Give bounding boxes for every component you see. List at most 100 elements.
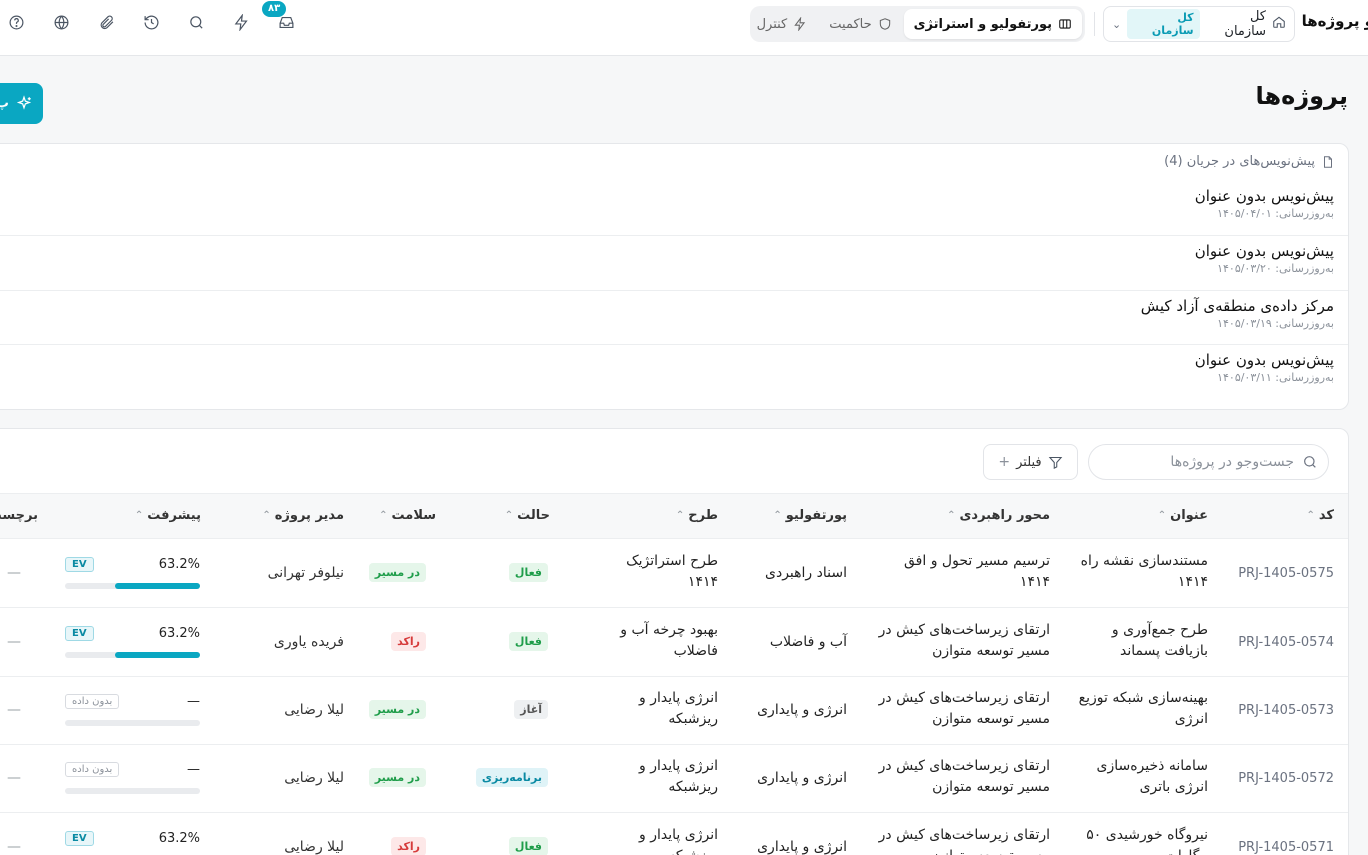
progress-value: 63.2% (158, 831, 200, 846)
draft-item[interactable]: پیش‌نویس بدون عنوان به‌روزرسانی: ۱۴۰۵/۰۳… (0, 235, 1348, 289)
project-code: PRJ-1405-0574 (1238, 635, 1334, 650)
project-code: PRJ-1405-0572 (1238, 771, 1334, 786)
sort-icon: ⌃ (1157, 510, 1167, 521)
tab-governance[interactable]: حاکمیت (819, 9, 901, 39)
progress-bar-fill (114, 652, 200, 658)
project-code: PRJ-1405-0571 (1238, 840, 1334, 855)
column-header-tags[interactable]: برچسب (0, 508, 38, 523)
plan-name: انرژی پایدار و ریزشبکه (639, 690, 718, 727)
column-header-state[interactable]: حالت ⌃ (505, 508, 550, 523)
project-manager: لیلا رضایی (284, 770, 344, 786)
org-selector[interactable]: کل سازمان کل سازمان ⌄ (1103, 6, 1295, 42)
home-icon (1272, 15, 1286, 33)
portfolio-name: انرژی و پایداری (757, 839, 847, 855)
document-icon (1324, 155, 1332, 168)
sort-icon: ⌃ (262, 510, 271, 521)
tags-cell: — (7, 702, 21, 718)
column-header-code[interactable]: کد ⌃ (1307, 508, 1334, 523)
project-title[interactable]: مستندسازی نقشه راه ۱۴۱۴ (1068, 551, 1208, 593)
draft-title: پیش‌نویس بدون عنوان (1194, 242, 1334, 260)
help-button[interactable] (5, 11, 27, 33)
progress-bar (65, 583, 200, 589)
project-code: PRJ-1405-0575 (1238, 566, 1334, 581)
paperclip-icon (100, 15, 113, 29)
column-header-axis[interactable]: محور راهبردی ⌃ (947, 508, 1050, 523)
portfolio-icon (1059, 19, 1071, 29)
draft-title: پیش‌نویس بدون عنوان (1194, 351, 1334, 369)
draft-item[interactable]: پیش‌نویس بدون عنوان به‌روزرسانی: ۱۴۰۵/۰۳… (0, 344, 1348, 398)
column-header-health[interactable]: سلامت ⌃ (379, 508, 436, 523)
progress-cell: — بدون داده (65, 762, 200, 798)
history-button[interactable] (140, 11, 162, 33)
progress-bar (65, 788, 200, 794)
table-row[interactable]: PRJ-1405-0574 طرح جمع‌آوری و بازیافت پسما… (0, 608, 1348, 677)
progress-cell: 63.2% EV (65, 626, 200, 662)
filter-button[interactable]: فیلتر + (983, 444, 1078, 480)
portfolio-name: آب و فاضلاب (769, 634, 847, 650)
search-button[interactable] (185, 11, 207, 33)
language-button[interactable] (50, 11, 72, 33)
column-header-manager[interactable]: مدیر پروژه ⌃ (262, 508, 344, 523)
table-row[interactable]: PRJ-1405-0575 مستندسازی نقشه راه ۱۴۱۴ ترسی… (0, 539, 1348, 608)
health-badge: در مسیر (368, 700, 426, 719)
quick-actions-button[interactable] (230, 11, 252, 33)
draft-updated: به‌روزرسانی: ۱۴۰۵/۰۴/۰۱ (1217, 207, 1334, 220)
column-header-progress[interactable]: پیشرفت ⌃ (135, 508, 201, 523)
project-title[interactable]: طرح جمع‌آوری و بازیافت پسماند (1068, 620, 1208, 662)
sort-icon: ⌃ (1306, 510, 1315, 521)
table-row[interactable]: PRJ-1405-0571 نیروگاه خورشیدی ۵۰ مگاوات ار… (0, 813, 1348, 855)
table-row[interactable]: PRJ-1405-0572 سامانه ذخیره‌سازی انرژی بات… (0, 744, 1348, 813)
tab-label: پورتفولیو و استراتژی (913, 16, 1052, 32)
plan-name: انرژی پایدار و ریزشبکه (639, 827, 718, 855)
history-icon (144, 15, 158, 29)
strategic-axis: ارتقای زیرساخت‌های کیش در مسیر توسعه متو… (878, 690, 1050, 727)
tab-control[interactable]: کنترل (747, 9, 818, 39)
tab-portfolio-strategy[interactable]: پورتفولیو و استراتژی (903, 9, 1082, 39)
progress-value: 63.2% (158, 557, 200, 572)
progress-value: — (187, 694, 200, 709)
column-header-plan[interactable]: طرح ⌃ (676, 508, 718, 523)
project-manager: فریده یاوری (273, 634, 344, 650)
sparkle-icon (16, 94, 32, 110)
progress-value: 63.2% (158, 626, 200, 641)
draft-item[interactable]: پیش‌نویس بدون عنوان به‌روزرسانی: ۱۴۰۵/۰۴… (0, 186, 1348, 240)
project-title[interactable]: بهینه‌سازی شبکه توزیع انرژی (1068, 688, 1208, 730)
state-badge: آغاز (514, 700, 548, 719)
project-title[interactable]: نیروگاه خورشیدی ۵۰ مگاوات (1068, 825, 1208, 855)
app-brand[interactable]: و پروژه‌ها (1302, 12, 1368, 30)
attachments-button[interactable] (95, 11, 117, 33)
strategic-axis: ارتقای زیرساخت‌های کیش در مسیر توسعه متو… (878, 827, 1050, 855)
org-scope-chip: کل سازمان (1127, 9, 1200, 39)
state-badge: فعال (508, 563, 548, 582)
draft-updated: به‌روزرسانی: ۱۴۰۵/۰۳/۲۰ (1217, 262, 1334, 275)
ai-new-project-button[interactable]: پ (0, 83, 43, 124)
help-icon (9, 15, 23, 29)
state-badge: فعال (508, 837, 548, 855)
drafts-panel: پیش‌نویس‌های در جریان (4) پیش‌نویس بدون … (0, 143, 1349, 410)
column-header-portfolio[interactable]: پورتفولیو ⌃ (773, 508, 847, 523)
org-selector-label: کل سازمان (1224, 9, 1266, 39)
project-title[interactable]: سامانه ذخیره‌سازی انرژی باتری (1068, 756, 1208, 798)
state-badge: فعال (508, 632, 548, 651)
progress-tag: بدون داده (65, 762, 120, 777)
column-header-title[interactable]: عنوان ⌃ (1158, 508, 1208, 523)
sort-icon: ⌃ (134, 510, 144, 521)
progress-bar (65, 720, 200, 726)
sort-icon: ⌃ (675, 510, 685, 521)
portfolio-name: اسناد راهبردی (765, 565, 847, 581)
draft-item[interactable]: مرکز داده‌ی منطقه‌ی آزاد کیش به‌روزرسانی… (0, 290, 1348, 344)
draft-title: پیش‌نویس بدون عنوان (1194, 187, 1334, 205)
progress-cell: 63.2% EV (65, 557, 200, 593)
project-manager: نیلوفر تهرانی (267, 565, 344, 581)
state-badge: برنامه‌ریزی (475, 768, 548, 787)
bolt-icon (794, 17, 806, 31)
search-input[interactable] (1114, 454, 1294, 470)
bolt-icon (234, 13, 248, 31)
divider (1094, 12, 1095, 36)
progress-tag: EV (65, 831, 94, 846)
draft-updated: به‌روزرسانی: ۱۴۰۵/۰۳/۱۹ (1217, 317, 1334, 330)
strategic-axis: ارتقای زیرساخت‌های کیش در مسیر توسعه متو… (878, 622, 1050, 659)
draft-updated: به‌روزرسانی: ۱۴۰۵/۰۳/۱۱ (1217, 371, 1334, 384)
sort-icon: ⌃ (379, 510, 388, 521)
table-row[interactable]: PRJ-1405-0573 بهینه‌سازی شبکه توزیع انرژی… (0, 676, 1348, 745)
